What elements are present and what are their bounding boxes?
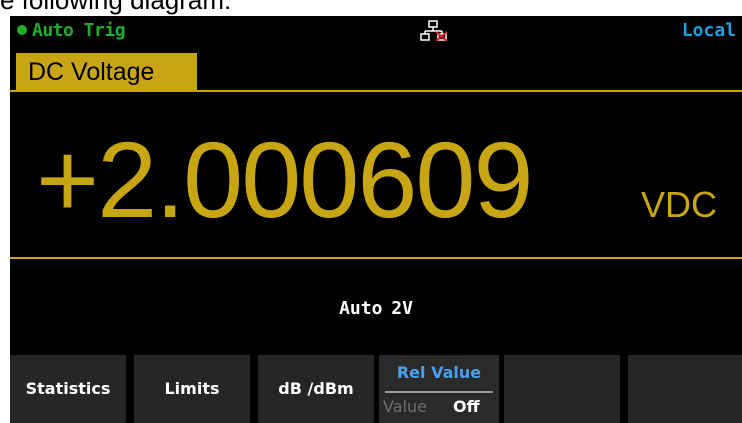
status-bar: Auto Trig Local [10,16,742,44]
limits-softkey[interactable]: Limits [134,355,250,423]
rel-value-softkey[interactable]: Rel Value Value Off [379,355,499,423]
statistics-softkey-label: Statistics [25,379,111,398]
main-reading-value: +2.000609 [36,119,534,240]
statistics-softkey[interactable]: Statistics [10,355,126,423]
remote-status-label: Local [681,20,736,41]
rel-value-divider [385,391,493,393]
limits-softkey-label: Limits [164,379,220,398]
db-dbm-softkey-label: dB /dBm [278,379,354,398]
blank-softkey-5[interactable] [504,355,620,423]
range-label: Auto 2V [339,298,413,319]
rel-value-title: Rel Value [396,363,482,382]
top-divider [10,90,742,92]
softkey-bar: Statistics Limits dB /dBm Rel Value Valu… [10,355,742,423]
document-caption: e following diagram: [0,0,232,15]
instrument-screen: Auto Trig Local DC Voltage +2.000609 VDC… [10,16,742,423]
trigger-status-dot-icon [17,25,27,35]
main-reading-unit: VDC [641,184,718,225]
rel-value-option-label: Value [383,397,427,416]
trigger-mode-label: Auto Trig [32,20,126,41]
blank-softkey-6[interactable] [628,355,742,423]
bottom-divider [10,257,742,259]
network-disconnected-icon [420,20,448,42]
measurement-function-box: DC Voltage [16,53,197,91]
db-dbm-softkey[interactable]: dB /dBm [258,355,374,423]
rel-value-option-value: Off [453,397,480,416]
